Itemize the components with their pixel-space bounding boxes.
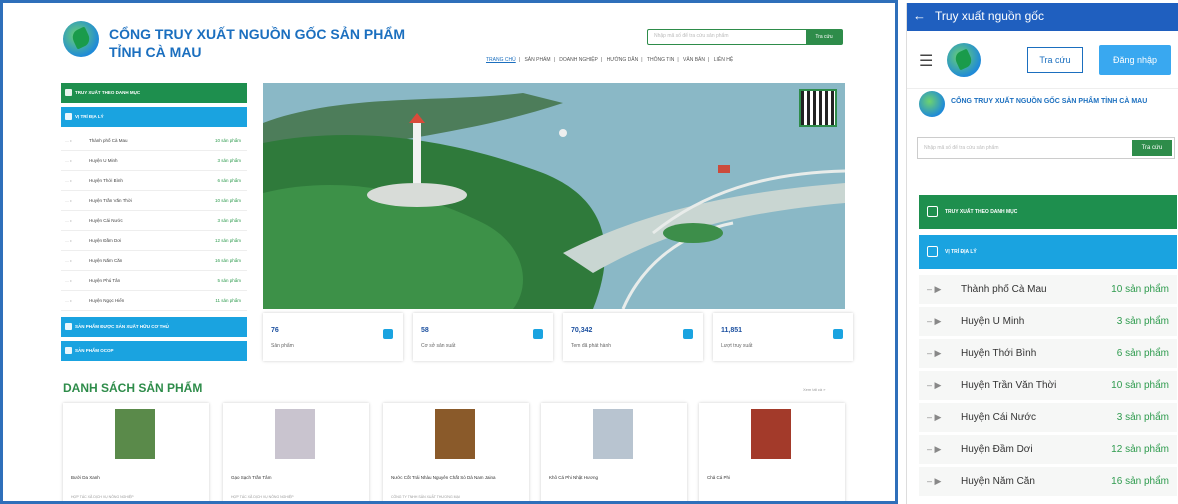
stat-stamps: 70,342 Tem đã phát hành	[563, 313, 703, 361]
menu-by-category[interactable]: TRUY XUẤT THEO DANH MỤC	[61, 83, 247, 103]
product-image	[435, 409, 475, 459]
product-card[interactable]: Chả Cá Phi	[699, 403, 845, 501]
mobile-header: ← Truy xuất nguồn gốc	[907, 3, 1178, 31]
product-image	[275, 409, 315, 459]
search-icon	[833, 329, 843, 339]
main-nav: TRANG CHỦ | SẢN PHẨM | DOANH NGHIỆP | HƯỚNG…	[486, 57, 734, 63]
district-row[interactable]: — ▸ Huyện Trần Văn Thời 10 sản phẩm	[61, 191, 247, 211]
district-row[interactable]: — ▸ Huyện Cái Nước 3 sản phẩm	[61, 211, 247, 231]
box-icon	[383, 329, 393, 339]
mobile-district-row[interactable]: – ▶ Huyện U Minh 3 sản phẩm	[919, 307, 1177, 337]
product-image	[751, 409, 791, 459]
back-arrow-icon[interactable]: ←	[913, 3, 926, 29]
district-row[interactable]: — ▸ Huyện U Minh 3 sản phẩm	[61, 151, 247, 171]
menu-geo-location[interactable]: VỊ TRÍ ĐỊA LÝ	[61, 107, 247, 127]
see-all-link[interactable]: Xem tất cả »	[803, 387, 825, 392]
nav-home[interactable]: TRANG CHỦ	[486, 57, 516, 63]
hamburger-menu-icon[interactable]: ☰	[919, 51, 933, 71]
nav-companies[interactable]: DOANH NGHIỆP	[559, 57, 598, 63]
district-row[interactable]: — ▸ Huyện Phú Tân 5 sản phẩm	[61, 271, 247, 291]
product-image	[115, 409, 155, 459]
mobile-toolbar: ☰ Tra cứu Đăng nhập	[907, 33, 1178, 89]
stat-producers: 58 Cơ sở sản xuất	[413, 313, 553, 361]
district-row[interactable]: — ▸ Huyện Ngọc Hiển 11 sản phẩm	[61, 291, 247, 311]
district-row[interactable]: — ▸ Huyện Thới Bình 6 sản phẩm	[61, 171, 247, 191]
play-arrow-icon: – ▶	[927, 444, 942, 454]
play-arrow-icon: – ▶	[927, 348, 942, 358]
site-title-line1: CỔNG TRUY XUẤT NGUỒN GỐC SẢN PHẨM	[109, 26, 406, 42]
district-row[interactable]: — ▸ Huyện Đầm Dơi 12 sản phẩm	[61, 231, 247, 251]
mobile-district-row[interactable]: – ▶ Huyện Trần Văn Thời 10 sản phẩm	[919, 371, 1177, 401]
district-list: — ▸ Thành phố Cà Mau 10 sản phẩm — ▸ Huyện …	[61, 131, 247, 311]
stat-lookups: 11,851 Lượt truy xuất	[713, 313, 853, 361]
product-card[interactable]: Khô Cá Phi Nhật Hương	[541, 403, 687, 501]
login-button[interactable]: Đăng nhập	[1099, 45, 1171, 75]
play-arrow-icon: – ▶	[927, 284, 942, 294]
mobile-menu-by-category[interactable]: TRUY XUẤT THEO DANH MỤC	[919, 195, 1177, 229]
product-card[interactable]: Gạo Sạch Trần Tâm HỢP TÁC XÃ DỊCH VỤ NÔNG…	[223, 403, 369, 501]
mobile-search-submit[interactable]: Tra cứu	[1132, 140, 1172, 156]
mobile-district-row[interactable]: – ▶ Huyện Đầm Dơi 12 sản phẩm	[919, 435, 1177, 465]
hero-banner-image	[263, 83, 845, 309]
mobile-search-placeholder: Nhập mã số để tra cứu sản phẩm	[924, 145, 999, 151]
site-title: CỔNG TRUY XUẤT NGUỒN GỐC SẢN PHẨM TỈNH C…	[109, 25, 405, 61]
search-placeholder: Nhập mã số để tra cứu sản phẩm	[654, 33, 729, 39]
factory-icon	[533, 329, 543, 339]
play-arrow-icon: – ▶	[927, 380, 942, 390]
mobile-district-row[interactable]: – ▶ Huyện Cái Nước 3 sản phẩm	[919, 403, 1177, 433]
hero-landscape	[263, 83, 845, 309]
play-arrow-icon: – ▶	[927, 412, 942, 422]
product-card[interactable]: Bưởi Da Xanh HỢP TÁC XÃ DỊCH VỤ NÔNG NGHI…	[63, 403, 209, 501]
desktop-view: CỔNG TRUY XUẤT NGUỒN GỐC SẢN PHẨM TỈNH C…	[0, 0, 898, 504]
play-arrow-icon: – ▶	[927, 316, 942, 326]
search-button[interactable]: Tra cứu	[806, 30, 842, 44]
district-row[interactable]: — ▸ Huyện Năm Căn 16 sản phẩm	[61, 251, 247, 271]
site-title-line2: TỈNH CÀ MAU	[109, 44, 202, 60]
stamp-icon	[683, 329, 693, 339]
menu-organic-products[interactable]: SẢN PHẨM ĐƯỢC SẢN XUẤT HỮU CƠ THỦ	[61, 317, 247, 337]
nav-info[interactable]: THÔNG TIN	[647, 57, 674, 63]
desktop-search-input[interactable]: Nhập mã số để tra cứu sản phẩm Tra cứu	[647, 29, 843, 45]
nav-documents[interactable]: VĂN BẢN	[683, 57, 705, 63]
product-image	[593, 409, 633, 459]
mobile-search-input[interactable]: Nhập mã số để tra cứu sản phẩm Tra cứu	[917, 137, 1175, 159]
site-logo[interactable]	[63, 21, 99, 57]
mobile-menu-geo[interactable]: VỊ TRÍ ĐỊA LÝ	[919, 235, 1177, 269]
district-row[interactable]: — ▸ Thành phố Cà Mau 10 sản phẩm	[61, 131, 247, 151]
mobile-brand-logo	[919, 91, 945, 117]
mobile-view: ← Truy xuất nguồn gốc ☰ Tra cứu Đăng nhậ…	[906, 3, 1178, 504]
product-card[interactable]: Nước Cốt Trái Nhàu Nguyên Chất Sò Dà Nam…	[383, 403, 529, 501]
mobile-search-button[interactable]: Tra cứu	[1027, 47, 1083, 73]
mobile-site-title: CỔNG TRUY XUẤT NGUỒN GỐC SẢN PHẨM TỈNH C…	[951, 98, 1148, 105]
mobile-district-row[interactable]: – ▶ Thành phố Cà Mau 10 sản phẩm	[919, 275, 1177, 305]
mobile-district-row[interactable]: – ▶ Huyện Thới Bình 6 sản phẩm	[919, 339, 1177, 369]
nav-contact[interactable]: LIÊN HỆ	[714, 57, 733, 63]
nav-products[interactable]: SẢN PHẨM	[524, 57, 550, 63]
qr-icon	[927, 206, 938, 217]
stat-products: 76 Sản phẩm	[263, 313, 403, 361]
qr-code	[799, 89, 837, 127]
play-arrow-icon: – ▶	[927, 476, 942, 486]
mobile-logo[interactable]	[947, 43, 981, 77]
mobile-district-row[interactable]: – ▶ Huyện Năm Căn 16 sản phẩm	[919, 467, 1177, 497]
mobile-header-title: Truy xuất nguồn gốc	[935, 9, 1044, 23]
map-icon	[927, 246, 938, 257]
nav-guide[interactable]: HƯỚNG DẪN	[607, 57, 639, 63]
menu-ocop-products[interactable]: SẢN PHẨM OCOP	[61, 341, 247, 361]
products-heading: DANH SÁCH SẢN PHẨM	[63, 381, 203, 395]
